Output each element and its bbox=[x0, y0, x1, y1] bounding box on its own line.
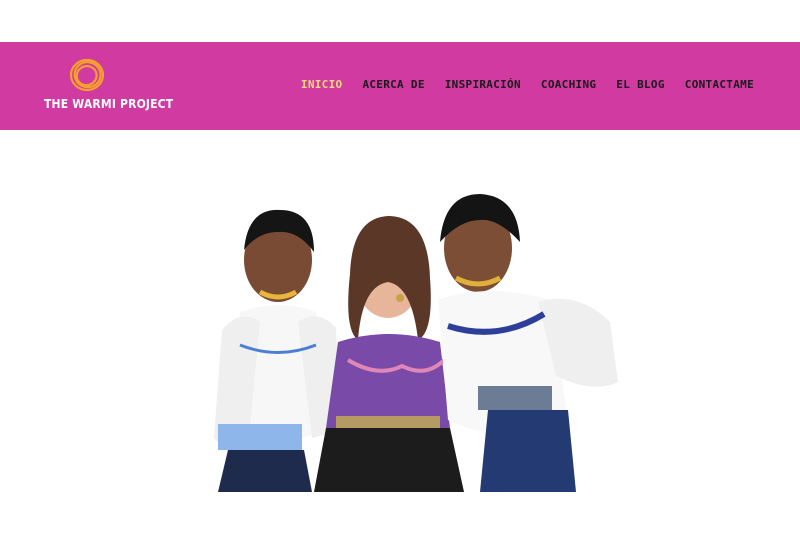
logo-wordmark: THE WARMI PROJECT bbox=[44, 97, 174, 111]
nav-item-contactame[interactable]: CONTACTAME bbox=[685, 78, 754, 91]
right-woman bbox=[438, 194, 618, 492]
nav-item-coaching[interactable]: COACHING bbox=[541, 78, 596, 91]
middle-woman bbox=[314, 216, 464, 492]
hero-photo bbox=[214, 194, 618, 492]
left-woman bbox=[214, 209, 340, 492]
site-logo[interactable]: THE WARMI PROJECT bbox=[44, 55, 174, 117]
orange-circle-scribble-icon bbox=[69, 58, 105, 92]
site-header: THE WARMI PROJECT INICIO ACERCA DE INSPI… bbox=[0, 42, 800, 130]
nav-item-el-blog[interactable]: EL BLOG bbox=[616, 78, 664, 91]
nav-item-inspiracion[interactable]: INSPIRACIÓN bbox=[445, 78, 521, 91]
nav-item-acerca-de[interactable]: ACERCA DE bbox=[362, 78, 424, 91]
page: THE WARMI PROJECT INICIO ACERCA DE INSPI… bbox=[0, 0, 800, 533]
nav-item-inicio[interactable]: INICIO bbox=[301, 78, 343, 91]
main-nav: INICIO ACERCA DE INSPIRACIÓN COACHING EL… bbox=[301, 78, 754, 91]
